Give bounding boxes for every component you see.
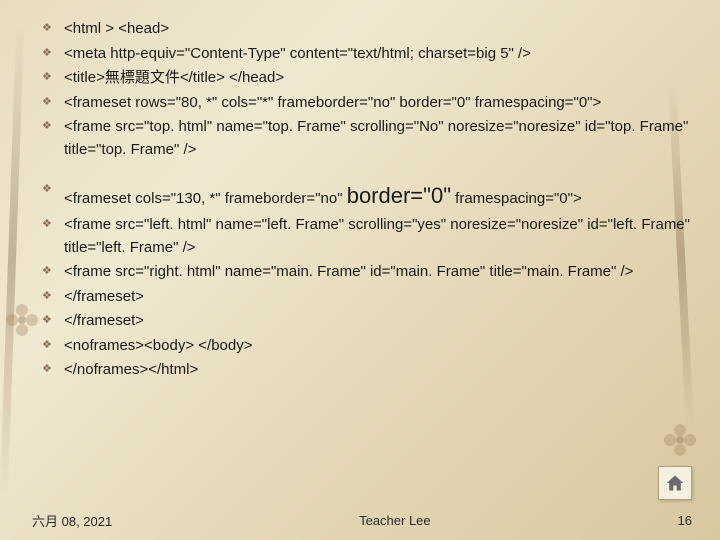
code-text-emphasis: border="0" [347, 183, 451, 208]
list-item: </frameset> [42, 310, 690, 333]
code-list-group1: <html > <head> <meta http-equiv="Content… [42, 18, 690, 161]
list-item: </noframes></html> [42, 359, 690, 382]
code-text: <frameset rows="80, *" cols="*" framebor… [64, 94, 601, 111]
list-item: <noframes><body> </body> [42, 335, 690, 358]
list-item: <frameset rows="80, *" cols="*" framebor… [42, 92, 690, 115]
list-item: <frameset cols="130, *" frameborder="no"… [42, 179, 690, 212]
list-item: <title>無標題文件</title> </head> [42, 67, 690, 90]
code-text: framespacing="0"> [451, 190, 582, 207]
list-item: <frame src="left. html" name="left. Fram… [42, 214, 690, 259]
code-text: <title>無標題文件</title> </head> [64, 69, 284, 86]
slide-content: <html > <head> <meta http-equiv="Content… [0, 0, 720, 500]
list-item: <frame src="right. html" name="main. Fra… [42, 261, 690, 284]
code-text: <frameset cols="130, *" frameborder="no" [64, 190, 347, 207]
home-button[interactable] [658, 466, 692, 500]
code-text: <html > <head> [64, 20, 169, 37]
code-text: </frameset> [64, 312, 144, 329]
footer-page: 16 [678, 513, 692, 528]
footer-author: Teacher Lee [359, 513, 431, 528]
code-text: <frame src="left. html" name="left. Fram… [64, 216, 690, 256]
code-text: <noframes><body> </body> [64, 337, 252, 354]
list-item: <frame src="top. html" name="top. Frame"… [42, 116, 690, 161]
code-text: <frame src="top. html" name="top. Frame"… [64, 118, 688, 158]
footer-date: 六月 08, 2021 [32, 511, 112, 530]
list-item: <html > <head> [42, 18, 690, 41]
list-item: <meta http-equiv="Content-Type" content=… [42, 43, 690, 66]
house-icon [665, 473, 685, 493]
list-item: </frameset> [42, 286, 690, 309]
code-list-group2: <frameset cols="130, *" frameborder="no"… [42, 179, 690, 382]
code-text: <frame src="right. html" name="main. Fra… [64, 263, 633, 280]
code-text: </frameset> [64, 288, 144, 305]
slide-footer: 六月 08, 2021 Teacher Lee 16 [0, 511, 720, 530]
code-text: </noframes></html> [64, 361, 198, 378]
code-text: <meta http-equiv="Content-Type" content=… [64, 45, 531, 62]
